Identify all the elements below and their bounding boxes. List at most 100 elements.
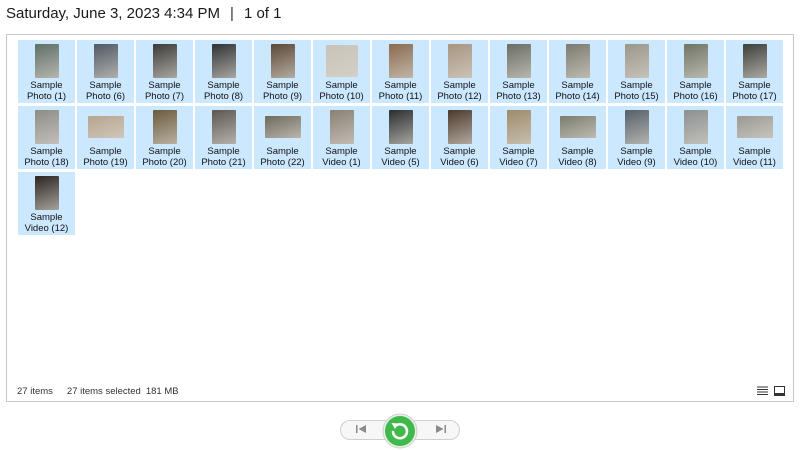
media-item[interactable]: Sample Photo (18) [18, 106, 75, 169]
previous-button[interactable] [346, 422, 376, 438]
thumbnail-frame [668, 109, 723, 145]
media-item[interactable]: Sample Photo (22) [254, 106, 311, 169]
item-label-line1: Sample [325, 80, 358, 91]
thumbnail-image [264, 116, 301, 138]
thumbnail-image [34, 176, 59, 210]
item-label-line2: Photo (9) [262, 91, 303, 102]
preview-pane-icon[interactable] [774, 386, 785, 396]
selection-info: 27 items selected 181 MB [67, 386, 179, 397]
media-item[interactable]: Sample Video (12) [18, 172, 75, 235]
thumbnail-image [447, 44, 472, 78]
thumbnail-frame [609, 109, 664, 145]
item-label: Sample Video (8) [558, 146, 596, 168]
thumbnail-frame [255, 43, 310, 79]
media-item[interactable]: Sample Photo (6) [77, 40, 134, 103]
item-label-line2: Photo (22) [260, 157, 305, 168]
media-item[interactable]: Sample Video (8) [549, 106, 606, 169]
thumbnail-frame [137, 109, 192, 145]
rotate-button[interactable] [382, 413, 418, 449]
media-item[interactable]: Sample Video (6) [431, 106, 488, 169]
item-label-line1: Sample [148, 146, 181, 157]
media-item[interactable]: Sample Photo (20) [136, 106, 193, 169]
media-item[interactable]: Sample Video (10) [667, 106, 724, 169]
item-label: Sample Video (9) [617, 146, 655, 168]
item-label-line1: Sample [207, 80, 240, 91]
media-item[interactable]: Sample Photo (13) [490, 40, 547, 103]
media-item[interactable]: Sample Video (11) [726, 106, 783, 169]
item-label-line2: Photo (13) [496, 91, 541, 102]
item-label: Sample Photo (6) [86, 80, 125, 102]
details-view-icon[interactable] [757, 386, 768, 396]
item-label-line2: Video (8) [558, 157, 597, 168]
status-bar: 27 items 27 items selected 181 MB [17, 386, 179, 397]
thumbnail-image [506, 44, 531, 78]
item-label-line1: Sample [738, 146, 771, 157]
item-label: Sample Video (5) [381, 146, 419, 168]
thumbnail-image [329, 110, 354, 144]
media-item[interactable]: Sample Video (1) [313, 106, 370, 169]
media-item[interactable]: Sample Photo (1) [18, 40, 75, 103]
media-item[interactable]: Sample Photo (21) [195, 106, 252, 169]
thumbnail-image [559, 116, 596, 138]
next-button[interactable] [426, 422, 456, 438]
thumbnail-frame [196, 109, 251, 145]
item-label-line1: Sample [679, 80, 712, 91]
item-label-line1: Sample [502, 80, 535, 91]
thumbnail-image [34, 110, 59, 144]
media-item[interactable]: Sample Photo (15) [608, 40, 665, 103]
item-label-line1: Sample [89, 80, 122, 91]
skip-previous-icon [355, 421, 367, 439]
media-item[interactable]: Sample Video (5) [372, 106, 429, 169]
media-item[interactable]: Sample Photo (10) [313, 40, 370, 103]
media-item[interactable]: Sample Photo (19) [77, 106, 134, 169]
thumbnail-image [683, 110, 708, 144]
thumbnail-image [34, 44, 59, 78]
item-label: Sample Photo (11) [379, 80, 423, 102]
media-item[interactable]: Sample Photo (14) [549, 40, 606, 103]
item-label-line2: Photo (11) [378, 91, 423, 102]
thumbnail-image [211, 44, 236, 78]
media-item[interactable]: Sample Photo (8) [195, 40, 252, 103]
item-label-line1: Sample [561, 80, 594, 91]
item-label-line2: Photo (7) [144, 91, 185, 102]
thumbnail-frame [19, 109, 74, 145]
media-item[interactable]: Sample Photo (17) [726, 40, 783, 103]
item-label: Sample Video (1) [322, 146, 360, 168]
thumbnail-frame [78, 109, 133, 145]
item-label-line1: Sample [443, 146, 476, 157]
navigation-bar [340, 413, 462, 449]
thumbnail-image [270, 44, 295, 78]
thumbnail-frame [373, 43, 428, 79]
item-label: Sample Video (7) [499, 146, 537, 168]
item-label-line1: Sample [384, 146, 417, 157]
item-label-line2: Video (9) [617, 157, 656, 168]
media-item[interactable]: Sample Video (7) [490, 106, 547, 169]
item-label-line2: Video (5) [381, 157, 420, 168]
thumbnail-frame [432, 43, 487, 79]
media-item[interactable]: Sample Photo (9) [254, 40, 311, 103]
selected-size: 181 MB [145, 386, 179, 397]
header: Saturday, June 3, 2023 4:34 PM | 1 of 1 [6, 3, 281, 23]
thumbnail-frame [314, 109, 369, 145]
item-label: Sample Photo (1) [27, 80, 66, 102]
thumbnail-frame [19, 43, 74, 79]
media-item[interactable]: Sample Photo (12) [431, 40, 488, 103]
item-count: 27 items [17, 386, 53, 397]
thumbnail-image [565, 44, 590, 78]
media-item[interactable]: Sample Photo (7) [136, 40, 193, 103]
item-label-line2: Video (11) [733, 157, 776, 168]
thumbnail-frame [78, 43, 133, 79]
media-item[interactable]: Sample Photo (16) [667, 40, 724, 103]
thumbnail-image [624, 110, 649, 144]
item-label-line2: Photo (12) [437, 91, 482, 102]
item-label: Sample Photo (16) [673, 80, 717, 102]
media-item[interactable]: Sample Photo (11) [372, 40, 429, 103]
thumbnail-frame [196, 43, 251, 79]
media-item[interactable]: Sample Video (9) [608, 106, 665, 169]
thumbnail-frame [727, 109, 782, 145]
item-label-line1: Sample [561, 146, 594, 157]
item-label: Sample Photo (17) [732, 80, 776, 102]
thumbnail-frame [137, 43, 192, 79]
item-label-line2: Photo (21) [201, 157, 246, 168]
thumbnail-frame [314, 43, 369, 79]
